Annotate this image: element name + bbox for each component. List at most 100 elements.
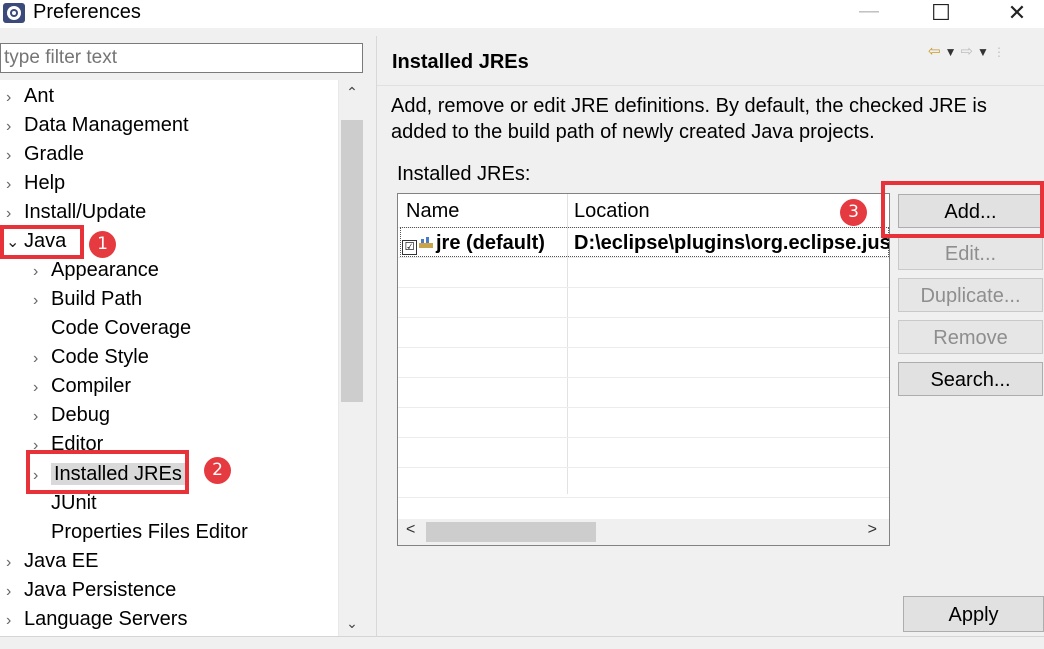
row-divider xyxy=(398,377,889,378)
jre-location-cell[interactable]: D:\eclipse\plugins\org.eclipse.justj.ope… xyxy=(574,229,889,257)
chevron-right-icon[interactable]: › xyxy=(6,200,24,228)
close-button[interactable]: ✕ xyxy=(994,0,1040,28)
tree-item-gradle[interactable]: › Gradle xyxy=(6,140,84,168)
back-menu-icon[interactable]: ▼ xyxy=(945,45,961,59)
jre-library-icon xyxy=(419,237,433,248)
tree-item-label: Ant xyxy=(24,85,55,107)
scroll-up-icon[interactable]: ⌃ xyxy=(339,84,365,101)
tree-item-debug[interactable]: › Debug xyxy=(33,401,110,429)
table-horizontal-scrollbar[interactable]: < > xyxy=(398,519,889,545)
table-caption: Installed JREs: xyxy=(397,163,531,185)
chevron-right-icon[interactable]: › xyxy=(6,607,24,635)
chevron-right-icon[interactable]: › xyxy=(33,374,51,402)
title-separator xyxy=(377,85,1044,86)
tree-item-label: JUnit xyxy=(51,492,97,514)
column-header-name[interactable]: Name xyxy=(406,194,459,228)
tree-item-label: Java EE xyxy=(24,550,99,572)
chevron-right-icon[interactable]: › xyxy=(33,345,51,373)
column-header-location[interactable]: Location xyxy=(574,194,650,228)
filter-input[interactable] xyxy=(0,43,363,73)
dialog-bottom-edge xyxy=(0,636,1044,649)
tree-item-help[interactable]: › Help xyxy=(6,169,65,197)
page-description: Add, remove or edit JRE definitions. By … xyxy=(391,95,987,143)
scroll-right-icon[interactable]: > xyxy=(868,521,877,539)
row-divider xyxy=(398,437,889,438)
search-button[interactable]: Search... xyxy=(898,362,1043,396)
jre-table: Name Location ☑ jre (default) D:\eclipse\… xyxy=(397,193,890,546)
tree-item-code-coverage[interactable]: Code Coverage xyxy=(33,314,191,342)
tree-item-label: Code Style xyxy=(51,346,149,368)
row-divider xyxy=(398,497,889,498)
default-jre-checkbox[interactable]: ☑ xyxy=(402,240,417,255)
tree-item-install-update[interactable]: › Install/Update xyxy=(6,198,146,226)
title-bar: Preferences — ☐ ✕ xyxy=(0,0,1044,28)
row-divider xyxy=(398,467,889,468)
view-menu-icon[interactable]: ⋮ xyxy=(993,45,1009,59)
tree-item-language-servers[interactable]: › Language Servers xyxy=(6,605,187,633)
tree-vertical-scrollbar[interactable]: ⌃ ⌄ xyxy=(338,80,365,636)
highlight-box-java xyxy=(0,225,84,259)
tree-item-data-management[interactable]: › Data Management xyxy=(6,111,189,139)
back-arrow-icon[interactable]: ⇦ xyxy=(928,43,945,60)
apply-button[interactable]: Apply xyxy=(903,596,1044,632)
jre-name: jre (default) xyxy=(436,232,545,254)
step-badge-1: 1 xyxy=(89,231,116,258)
minimize-icon: — xyxy=(859,0,879,22)
scrollbar-thumb[interactable] xyxy=(426,522,596,542)
chevron-right-icon[interactable]: › xyxy=(6,84,24,112)
step-badge-2: 2 xyxy=(204,457,231,484)
row-divider xyxy=(398,317,889,318)
pane-divider[interactable] xyxy=(376,36,377,636)
edit-button[interactable]: Edit... xyxy=(898,236,1043,270)
tree-item-code-style[interactable]: › Code Style xyxy=(33,343,149,371)
step-badge-3: 3 xyxy=(840,199,867,226)
minimize-button[interactable]: — xyxy=(846,0,892,28)
tree-item-label: Install/Update xyxy=(24,201,147,223)
remove-button[interactable]: Remove xyxy=(898,320,1043,354)
tree-item-label: Gradle xyxy=(24,143,85,165)
window-title: Preferences xyxy=(33,1,141,23)
tree-item-label: Debug xyxy=(51,404,110,426)
tree-item-label: Compiler xyxy=(51,375,132,397)
tree-item-label: Build Path xyxy=(51,288,143,310)
chevron-right-icon[interactable]: › xyxy=(6,171,24,199)
maximize-button[interactable]: ☐ xyxy=(918,0,964,28)
chevron-right-icon[interactable]: › xyxy=(33,287,51,315)
tree-item-java-ee[interactable]: › Java EE xyxy=(6,547,98,575)
tree-item-label: Language Servers xyxy=(24,608,188,630)
row-divider xyxy=(398,257,889,258)
eclipse-app-icon xyxy=(3,3,25,23)
page-title: Installed JREs xyxy=(392,51,529,73)
chevron-right-icon[interactable]: › xyxy=(6,142,24,170)
chevron-right-icon[interactable]: › xyxy=(33,403,51,431)
chevron-right-icon[interactable]: › xyxy=(6,578,24,606)
tree-item-properties-files-editor[interactable]: Properties Files Editor xyxy=(33,518,248,546)
tree-item-java-persistence[interactable]: › Java Persistence xyxy=(6,576,176,604)
tree-item-label: Code Coverage xyxy=(51,317,192,339)
preferences-tree: › Ant › Data Management › Gradle › Help › Ins… xyxy=(0,80,338,636)
chevron-right-icon[interactable]: › xyxy=(33,258,51,286)
jre-name-cell[interactable]: ☑ jre (default) xyxy=(402,229,545,257)
maximize-icon: ☐ xyxy=(931,0,951,25)
duplicate-button[interactable]: Duplicate... xyxy=(898,278,1043,312)
highlight-box-installed-jres xyxy=(26,450,189,494)
tree-item-compiler[interactable]: › Compiler xyxy=(33,372,131,400)
tree-item-label: Data Management xyxy=(24,114,189,136)
scroll-left-icon[interactable]: < xyxy=(406,521,415,539)
row-divider xyxy=(398,287,889,288)
scrollbar-thumb[interactable] xyxy=(341,120,363,402)
forward-menu-icon[interactable]: ▼ xyxy=(977,45,993,59)
tree-item-ant[interactable]: › Ant xyxy=(6,82,54,110)
tree-item-label: Help xyxy=(24,172,66,194)
row-divider xyxy=(398,407,889,408)
close-icon: ✕ xyxy=(1007,0,1027,25)
chevron-right-icon[interactable]: › xyxy=(6,113,24,141)
tree-item-appearance[interactable]: › Appearance xyxy=(33,256,159,284)
page-navigation: ⇦▼⇨▼⋮ xyxy=(928,42,1009,60)
tree-item-build-path[interactable]: › Build Path xyxy=(33,285,142,313)
scroll-down-icon[interactable]: ⌄ xyxy=(339,615,365,632)
forward-arrow-icon[interactable]: ⇨ xyxy=(960,43,977,60)
tree-item-label: Appearance xyxy=(51,259,159,281)
highlight-box-add xyxy=(881,181,1044,238)
chevron-right-icon[interactable]: › xyxy=(6,549,24,577)
